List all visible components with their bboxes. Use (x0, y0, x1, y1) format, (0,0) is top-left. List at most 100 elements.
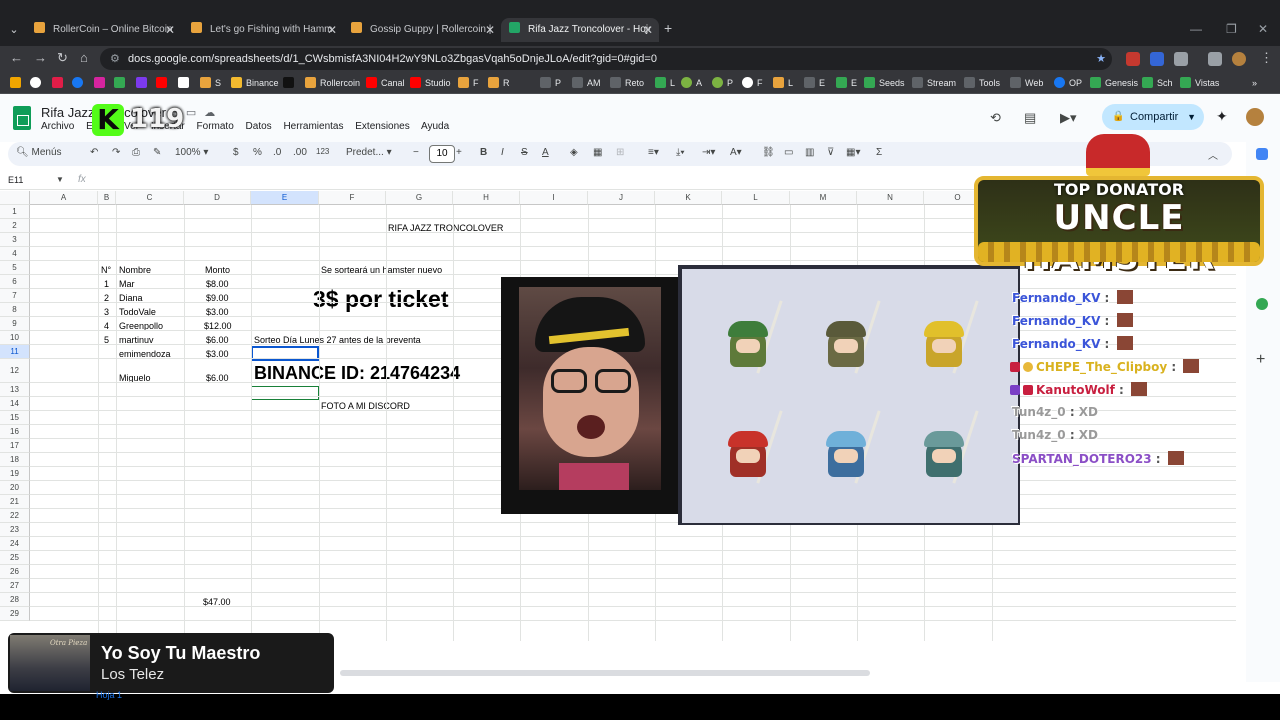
tab-fishing[interactable]: Let's go Fishing with Hammy H✕ (183, 18, 343, 42)
search-menus[interactable]: 🔍︎ Menús (16, 147, 62, 158)
menu-ayuda[interactable]: Ayuda (421, 121, 449, 132)
font-size-input[interactable]: 10 (429, 145, 455, 163)
row-header[interactable]: 15 (0, 411, 30, 425)
close-window-icon[interactable]: ✕ (1258, 22, 1268, 36)
row-header[interactable]: 2 (0, 219, 30, 233)
row-header[interactable]: 12 (0, 359, 30, 383)
decrease-font-icon[interactable]: − (413, 147, 419, 158)
number-format-button[interactable]: 123 (316, 147, 329, 156)
increase-font-icon[interactable]: + (456, 147, 462, 158)
menu-archivo[interactable]: Archivo (41, 121, 74, 132)
row-header[interactable]: 3 (0, 233, 30, 247)
bookmark-canal[interactable]: Canal (366, 76, 405, 90)
row-header[interactable]: 28 (0, 593, 30, 607)
column-header[interactable]: L (722, 191, 790, 205)
insert-link-icon[interactable]: ⛓ (762, 147, 775, 158)
merge-cells-icon[interactable]: ⊞ (616, 147, 624, 158)
menu-extensiones[interactable]: Extensiones (355, 121, 409, 132)
sheet-tab[interactable]: Hoja 1 (96, 690, 122, 700)
decrease-decimal-button[interactable]: .0 (273, 147, 281, 158)
bookmark-p2[interactable]: P (712, 76, 733, 90)
paint-format-icon[interactable]: ✎ (153, 147, 161, 158)
redo-icon[interactable]: ↷ (112, 147, 120, 158)
zoom-select[interactable]: 100% ▾ (175, 147, 208, 158)
horizontal-scrollbar[interactable] (340, 670, 870, 676)
column-header[interactable]: M (790, 191, 857, 205)
site-info-icon[interactable]: ⚙ (110, 48, 120, 70)
column-header[interactable]: I (520, 191, 588, 205)
chevron-down-icon[interactable]: ▼ (56, 175, 64, 184)
row-header[interactable]: 17 (0, 439, 30, 453)
menu-formato[interactable]: Formato (197, 121, 234, 132)
bookmark-icon[interactable] (52, 76, 67, 90)
extension-icon[interactable] (1150, 52, 1164, 66)
column-header[interactable]: D (184, 191, 251, 205)
bookmark-seeds[interactable]: Seeds (864, 76, 905, 90)
minimize-icon[interactable]: — (1190, 22, 1202, 36)
align-horizontal-icon[interactable]: ≡▾ (648, 147, 659, 158)
column-header[interactable]: F (319, 191, 386, 205)
close-tab-icon[interactable]: ✕ (485, 18, 495, 42)
more-bookmarks-icon[interactable]: » (1252, 76, 1257, 90)
tab-search-icon[interactable]: ⌄ (4, 20, 24, 40)
bookmark-r[interactable]: R (488, 76, 510, 90)
row-header[interactable]: 23 (0, 523, 30, 537)
address-bar[interactable]: ⚙ docs.google.com/spreadsheets/d/1_CWsbm… (100, 48, 1112, 70)
name-box[interactable]: E11 (8, 175, 23, 185)
column-header[interactable]: E (251, 191, 319, 205)
extensions-puzzle-icon[interactable] (1174, 52, 1188, 66)
row-header[interactable]: 7 (0, 289, 30, 303)
borders-icon[interactable]: ▦ (593, 147, 602, 158)
font-select[interactable]: Predet... ▾ (346, 147, 392, 158)
filter-icon[interactable]: ⊽ (827, 147, 834, 158)
bookmark-icon[interactable] (283, 76, 298, 90)
youtube-bookmark-icon[interactable] (156, 76, 171, 90)
extension-icon[interactable] (1126, 52, 1140, 66)
chevron-down-icon[interactable]: ▼ (1187, 104, 1196, 130)
forward-icon[interactable]: → (34, 50, 47, 65)
tab-rollercoin[interactable]: RollerCoin – Online Bitcoin Min✕ (26, 18, 181, 42)
filter-views-icon[interactable]: ▦▾ (846, 147, 860, 158)
menu-datos[interactable]: Datos (246, 121, 272, 132)
bookmark-l[interactable]: L (655, 76, 675, 90)
home-icon[interactable]: ⌂ (80, 50, 88, 65)
row-header[interactable]: 9 (0, 317, 30, 331)
strikethrough-icon[interactable]: S (521, 147, 528, 158)
share-button[interactable]: 🔒 Compartir ▼ (1102, 104, 1204, 130)
bookmark-rollercoin[interactable]: Rollercoin (305, 76, 360, 90)
row-header[interactable]: 26 (0, 565, 30, 579)
bookmark-am[interactable]: AM (572, 76, 601, 90)
bookmark-star-icon[interactable]: ★ (1096, 48, 1106, 70)
row-header[interactable]: 27 (0, 579, 30, 593)
gemini-icon[interactable]: ✦ (1216, 108, 1228, 125)
bookmark-vistas[interactable]: Vistas (1180, 76, 1219, 90)
row-header[interactable]: 21 (0, 495, 30, 509)
bookmark-f[interactable]: F (458, 76, 479, 90)
back-icon[interactable]: ← (10, 50, 23, 65)
percent-format-button[interactable]: % (253, 147, 262, 158)
bookmark-icon[interactable] (136, 76, 151, 90)
italic-icon[interactable]: I (501, 147, 504, 158)
bookmark-f2[interactable]: F (742, 76, 763, 90)
cell-binance-id[interactable]: BINANCE ID: 214764234 (254, 363, 460, 384)
meet-icon[interactable]: ▶▾ (1060, 110, 1077, 126)
tab-rifa-sheet[interactable]: Rifa Jazz Troncolover - Hojas de✕ (501, 18, 659, 42)
column-header[interactable]: A (30, 191, 98, 205)
sheets-logo-icon[interactable] (13, 106, 31, 130)
profile-avatar-icon[interactable] (1232, 52, 1246, 66)
print-icon[interactable]: ⎙ (132, 147, 140, 158)
row-header[interactable]: 1 (0, 205, 30, 219)
currency-format-button[interactable]: $ (233, 147, 239, 158)
menu-herramientas[interactable]: Herramientas (283, 121, 343, 132)
bookmark-a[interactable]: A (681, 76, 702, 90)
row-header[interactable]: 11 (0, 345, 30, 359)
tab-gossip-guppy[interactable]: Gossip Guppy | Rollercoin | Mi ✕ (343, 18, 501, 42)
row-header[interactable]: 5 (0, 261, 30, 275)
bookmark-p[interactable]: P (540, 76, 561, 90)
row-header[interactable]: 14 (0, 397, 30, 411)
cell-ticket-price[interactable]: 3$ por ticket (313, 286, 449, 313)
row-header[interactable]: 25 (0, 551, 30, 565)
row-header[interactable]: 10 (0, 331, 30, 345)
row-header[interactable]: 4 (0, 247, 30, 261)
bookmark-genesis[interactable]: Genesis (1090, 76, 1138, 90)
